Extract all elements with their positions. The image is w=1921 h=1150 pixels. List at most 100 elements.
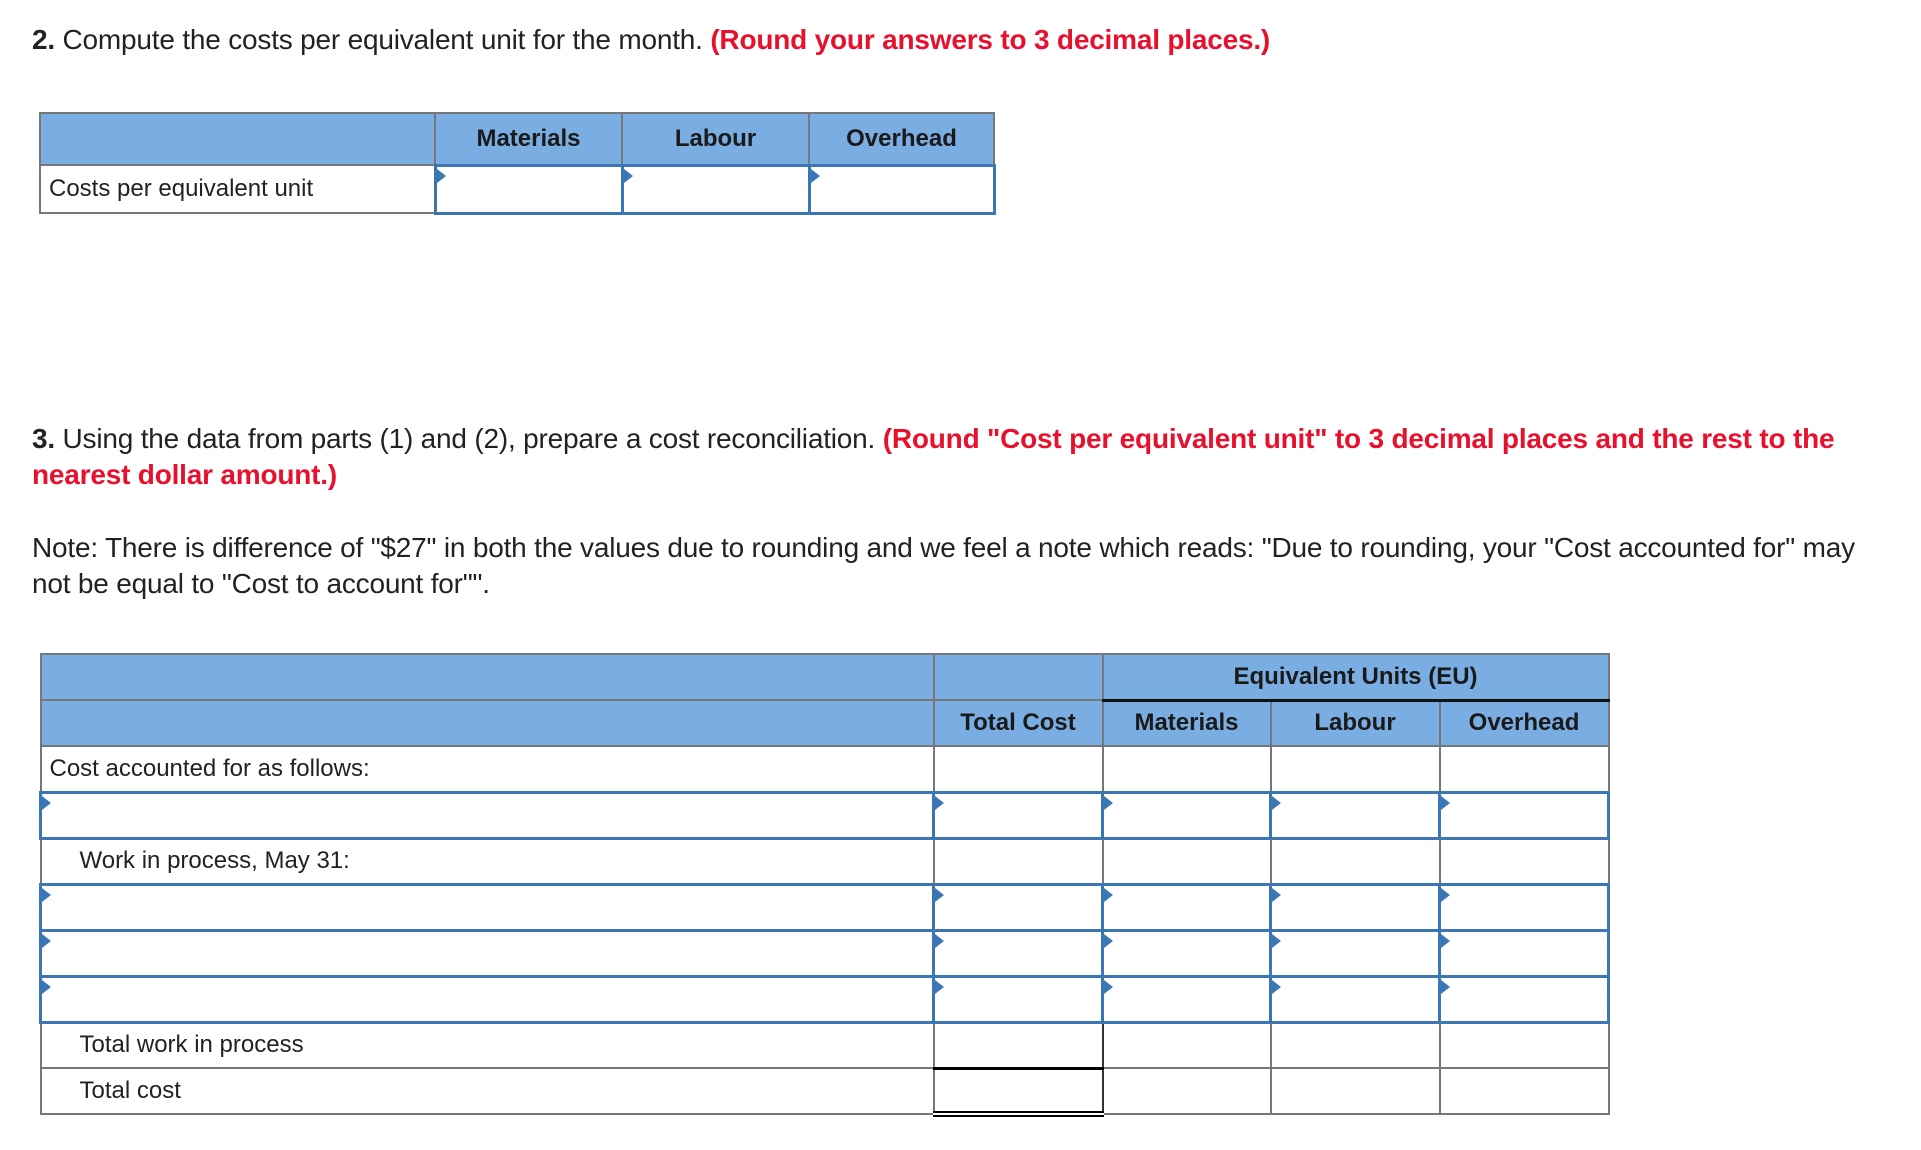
- labour-cost-per-eu-input[interactable]: [623, 175, 808, 203]
- row-label-input[interactable]: [42, 939, 932, 967]
- labour-cost-per-eu-cell: [620, 163, 811, 215]
- blank-cell: [1438, 745, 1610, 793]
- row-label-cost-accounted: Cost accounted for as follows:: [39, 745, 935, 793]
- overhead-input[interactable]: [1441, 985, 1608, 1013]
- labour-input[interactable]: [1272, 801, 1438, 829]
- group-header-row: Equivalent Units (EU): [39, 653, 1610, 702]
- header-materials: Materials: [1101, 699, 1272, 747]
- table-row: Cost accounted for as follows:: [39, 745, 1610, 793]
- row-label-input[interactable]: [42, 985, 932, 1013]
- overhead-cell: [1437, 790, 1611, 840]
- row-label-total-wip: Total work in process: [39, 1021, 935, 1069]
- header-row: Materials Labour Overhead: [39, 112, 995, 166]
- part3-note: Note: There is difference of "$27" in bo…: [32, 532, 1855, 599]
- header-blank: [39, 112, 436, 166]
- labour-cell: [1269, 882, 1441, 932]
- total-cost-cell: [932, 928, 1104, 978]
- header-labour: Labour: [1269, 699, 1441, 747]
- total-cost-total-cell[interactable]: [932, 1066, 1104, 1117]
- overhead-cell: [1437, 882, 1611, 932]
- table-row: Total work in process: [39, 1020, 1610, 1069]
- total-cost-cell: [932, 790, 1104, 840]
- header-total-cost: Total Cost: [932, 699, 1104, 747]
- row-label-cell: [39, 790, 935, 840]
- row-label-costs-per-eu: Costs per equivalent unit: [39, 164, 436, 214]
- row-label-wip: Work in process, May 31:: [39, 837, 935, 885]
- header-overhead: Overhead: [1438, 699, 1610, 747]
- materials-input[interactable]: [1104, 985, 1269, 1013]
- materials-cell: [1101, 790, 1272, 840]
- blank-cell: [1269, 1067, 1441, 1115]
- cost-per-eu-table: Materials Labour Overhead Costs per equi…: [39, 112, 996, 215]
- row-label-input[interactable]: [42, 801, 932, 829]
- materials-cell: [1101, 928, 1272, 978]
- blank-cell: [1438, 1021, 1610, 1069]
- labour-cell: [1269, 790, 1441, 840]
- total-cost-input[interactable]: [935, 985, 1101, 1013]
- table-row: Costs per equivalent unit: [39, 163, 996, 215]
- part3-question: 3. Using the data from parts (1) and (2)…: [32, 421, 1912, 493]
- group-header-blank: [39, 653, 935, 701]
- total-cost-input[interactable]: [935, 801, 1101, 829]
- blank-cell: [1269, 1021, 1441, 1069]
- header-equivalent-units: Equivalent Units (EU): [1101, 653, 1610, 702]
- total-cost-input[interactable]: [935, 893, 1101, 921]
- part2-text: Compute the costs per equivalent unit fo…: [54, 24, 711, 55]
- total-wip-total-cost-cell[interactable]: [932, 1020, 1104, 1069]
- part3-text: Using the data from parts (1) and (2), p…: [54, 423, 883, 454]
- row-label-cell: [39, 928, 935, 978]
- total-cost-input[interactable]: [935, 939, 1101, 967]
- part3-number: 3.: [32, 423, 55, 454]
- header-materials: Materials: [434, 112, 623, 166]
- labour-input[interactable]: [1272, 893, 1438, 921]
- blank-cell: [1269, 745, 1441, 793]
- row-label-input[interactable]: [42, 893, 932, 921]
- labour-input[interactable]: [1272, 985, 1438, 1013]
- part2-question: 2. Compute the costs per equivalent unit…: [32, 22, 1892, 58]
- labour-input[interactable]: [1272, 939, 1438, 967]
- materials-cell: [1101, 974, 1272, 1024]
- total-cost-cell: [932, 974, 1104, 1024]
- table-row: [39, 928, 1611, 978]
- blank-cell: [932, 837, 1104, 885]
- overhead-cost-per-eu-input[interactable]: [810, 175, 993, 203]
- overhead-cost-per-eu-cell: [807, 163, 996, 215]
- materials-input[interactable]: [1104, 801, 1269, 829]
- header-overhead: Overhead: [808, 112, 995, 166]
- total-cost-cell: [932, 882, 1104, 932]
- materials-cost-per-eu-input[interactable]: [436, 175, 621, 203]
- blank-cell: [1101, 837, 1272, 885]
- part2-number: 2.: [32, 24, 55, 55]
- table-row: Total cost: [39, 1066, 1610, 1117]
- blank-cell: [1101, 1021, 1272, 1069]
- overhead-cell: [1437, 928, 1611, 978]
- row-label-total-cost: Total cost: [39, 1067, 935, 1115]
- blank-cell: [1101, 745, 1272, 793]
- part2-instruction: (Round your answers to 3 decimal places.…: [710, 24, 1271, 55]
- header-labour: Labour: [621, 112, 810, 166]
- cost-reconciliation-table: Equivalent Units (EU) Total Cost Materia…: [39, 653, 1611, 1117]
- materials-cost-per-eu-cell: [433, 163, 624, 215]
- overhead-input[interactable]: [1441, 893, 1608, 921]
- overhead-input[interactable]: [1441, 939, 1608, 967]
- table-row: [39, 974, 1611, 1024]
- group-header-blank-2: [932, 653, 1104, 701]
- materials-input[interactable]: [1104, 939, 1269, 967]
- overhead-cell: [1437, 974, 1611, 1024]
- materials-input[interactable]: [1104, 893, 1269, 921]
- header-blank: [39, 699, 935, 747]
- row-label-cell: [39, 974, 935, 1024]
- blank-cell: [1101, 1067, 1272, 1115]
- labour-cell: [1269, 974, 1441, 1024]
- header-row: Total Cost Materials Labour Overhead: [39, 699, 1610, 747]
- blank-cell: [1269, 837, 1441, 885]
- blank-cell: [1438, 1067, 1610, 1115]
- labour-cell: [1269, 928, 1441, 978]
- row-label-cell: [39, 882, 935, 932]
- blank-cell: [932, 745, 1104, 793]
- table-row: [39, 882, 1611, 932]
- table-row: Work in process, May 31:: [39, 837, 1610, 885]
- materials-cell: [1101, 882, 1272, 932]
- overhead-input[interactable]: [1441, 801, 1608, 829]
- table-row: [39, 790, 1611, 840]
